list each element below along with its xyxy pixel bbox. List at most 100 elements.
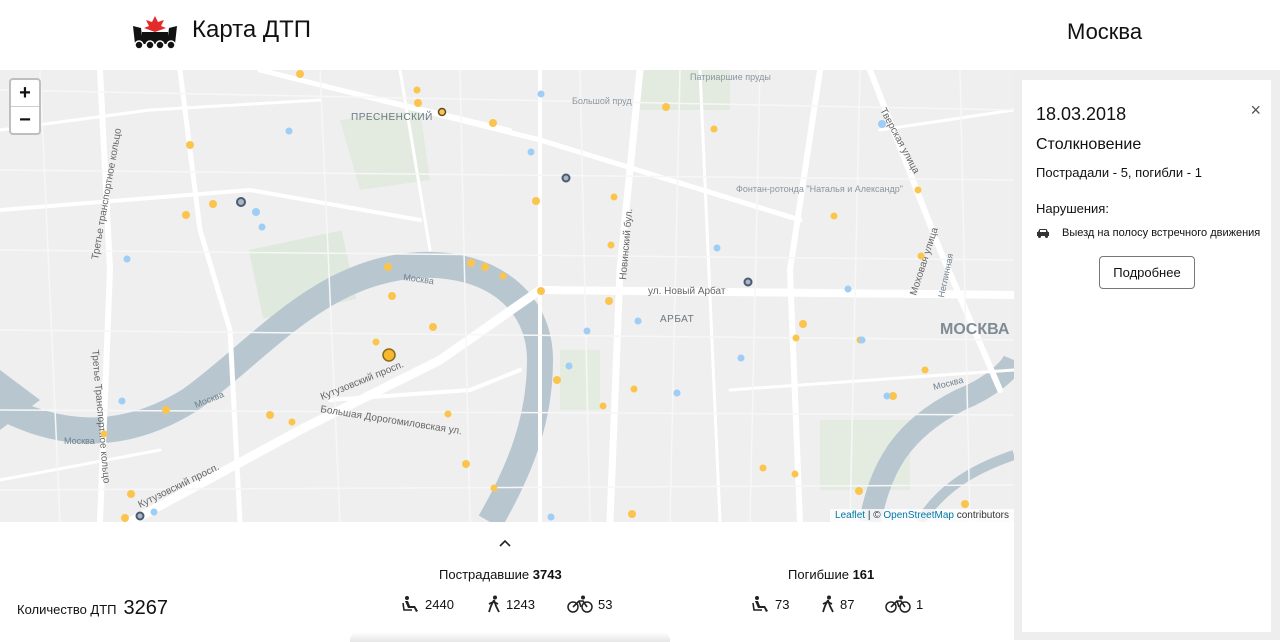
marker-injured xyxy=(917,252,925,260)
accident-type: Столкновение xyxy=(1036,136,1142,153)
accident-date: 18.03.2018 xyxy=(1036,104,1127,124)
marker-pedestrian xyxy=(537,90,545,98)
more-button[interactable]: Подробнее xyxy=(1099,256,1195,289)
marker-injured xyxy=(662,103,670,111)
marker-injured xyxy=(467,259,475,267)
marker-injured xyxy=(182,211,190,219)
map-attribution: Leaflet | © OpenStreetMap contributors xyxy=(830,509,1014,522)
marker-injured xyxy=(414,99,422,107)
marker-injured xyxy=(791,470,799,478)
marker-fatal-injured xyxy=(437,107,447,117)
marker-pedestrian xyxy=(737,354,745,362)
marker-pedestrian xyxy=(713,244,721,252)
marker-injured xyxy=(489,119,497,127)
marker-injured xyxy=(792,334,800,342)
zoom-control: + − xyxy=(9,78,41,135)
marker-injured xyxy=(830,212,838,220)
killed-drivers-value: 73 xyxy=(775,596,790,612)
marker-injured xyxy=(855,487,863,495)
violation-text: Выезд на полосу встречного движения xyxy=(1062,227,1261,239)
marker-pedestrian xyxy=(565,362,573,370)
marker-injured xyxy=(413,86,421,94)
chevron-up-icon[interactable] xyxy=(498,538,512,548)
app-header: Карта ДТП Москва xyxy=(0,0,1280,70)
marker-injured xyxy=(429,323,437,331)
injured-label: Пострадавшие xyxy=(439,567,530,582)
injured-drivers-value: 2440 xyxy=(425,596,454,612)
marker-injured xyxy=(288,418,296,426)
close-button[interactable]: × xyxy=(1250,100,1261,121)
details-panel: 18.03.2018 × Столкновение Пострадали - 5… xyxy=(1014,70,1280,640)
accident-markers[interactable] xyxy=(0,70,1014,522)
pedestrian-icon xyxy=(488,595,500,613)
marker-injured xyxy=(599,402,607,410)
accident-count: Количество ДТП 3267 xyxy=(17,597,168,620)
app-title: Карта ДТП xyxy=(192,16,312,43)
marker-injured xyxy=(537,287,545,295)
count-label: Количество ДТП xyxy=(17,602,117,617)
marker-pedestrian xyxy=(878,120,886,128)
map[interactable]: ПРЕСНЕНСКИЙ АРБАТ МОСКВА ул. Новый Арбат… xyxy=(0,70,1014,522)
marker-pedestrian xyxy=(844,285,852,293)
marker-injured xyxy=(759,464,767,472)
killed-label: Погибшие xyxy=(788,567,849,582)
marker-fatal xyxy=(743,277,753,287)
injured-pedestrians: 1243 xyxy=(487,595,535,613)
zoom-in-button[interactable]: + xyxy=(11,80,39,107)
osm-link[interactable]: OpenStreetMap xyxy=(883,510,954,521)
leaflet-link[interactable]: Leaflet xyxy=(835,510,865,521)
cyclist-icon xyxy=(885,595,911,613)
marker-injured xyxy=(799,320,807,328)
marker-injured xyxy=(628,510,636,518)
car-icon xyxy=(1037,229,1049,238)
marker-injured xyxy=(914,186,922,194)
marker-pedestrian xyxy=(673,389,681,397)
injured-cyclists: 53 xyxy=(567,595,612,613)
injured-cyclists-value: 53 xyxy=(598,596,613,612)
marker-pedestrian xyxy=(118,397,126,405)
marker-injured xyxy=(372,338,380,346)
violations-title: Нарушения: xyxy=(1036,201,1109,216)
killed-title: Погибшие 161 xyxy=(788,567,874,582)
marker-injured xyxy=(127,490,135,498)
logo-icon[interactable] xyxy=(132,14,178,50)
attribution-suffix: contributors xyxy=(953,510,1009,521)
marker-injured xyxy=(100,430,108,438)
attribution-sep: | © xyxy=(865,510,884,521)
injured-drivers: 2440 xyxy=(402,595,454,613)
marker-pedestrian xyxy=(252,208,260,216)
marker-injured xyxy=(296,70,304,78)
killed-pedestrians: 87 xyxy=(821,595,854,613)
marker-fatal xyxy=(135,511,145,521)
killed-pedestrians-value: 87 xyxy=(840,596,855,612)
bottom-drawer-handle[interactable] xyxy=(350,632,670,642)
marker-injured xyxy=(921,366,929,374)
marker-pedestrian xyxy=(883,392,891,400)
marker-injured xyxy=(553,376,561,384)
marker-pedestrian xyxy=(583,327,591,335)
marker-injured xyxy=(630,385,638,393)
pedestrian-icon xyxy=(822,595,834,613)
killed-cyclists-value: 1 xyxy=(916,596,924,612)
marker-injured xyxy=(961,500,969,508)
killed-cyclists: 1 xyxy=(885,595,923,613)
marker-pedestrian xyxy=(527,148,535,156)
marker-fatal xyxy=(561,173,571,183)
marker-injured xyxy=(610,193,618,201)
marker-injured xyxy=(481,263,489,271)
marker-pedestrian xyxy=(285,127,293,135)
marker-pedestrian xyxy=(634,317,642,325)
zoom-out-button[interactable]: − xyxy=(11,107,39,133)
marker-injured xyxy=(710,125,718,133)
city-selector[interactable]: Москва xyxy=(1067,19,1142,45)
marker-injured xyxy=(490,484,498,492)
killed-total: 161 xyxy=(852,567,875,582)
marker-injured xyxy=(462,460,470,468)
marker-injured xyxy=(384,263,392,271)
marker-injured xyxy=(209,200,217,208)
marker-injured xyxy=(607,241,615,249)
violation-item: Выезд на полосу встречного движения xyxy=(1036,227,1260,239)
marker-injured xyxy=(186,141,194,149)
marker-injured xyxy=(605,297,613,305)
count-value: 3267 xyxy=(123,597,169,619)
